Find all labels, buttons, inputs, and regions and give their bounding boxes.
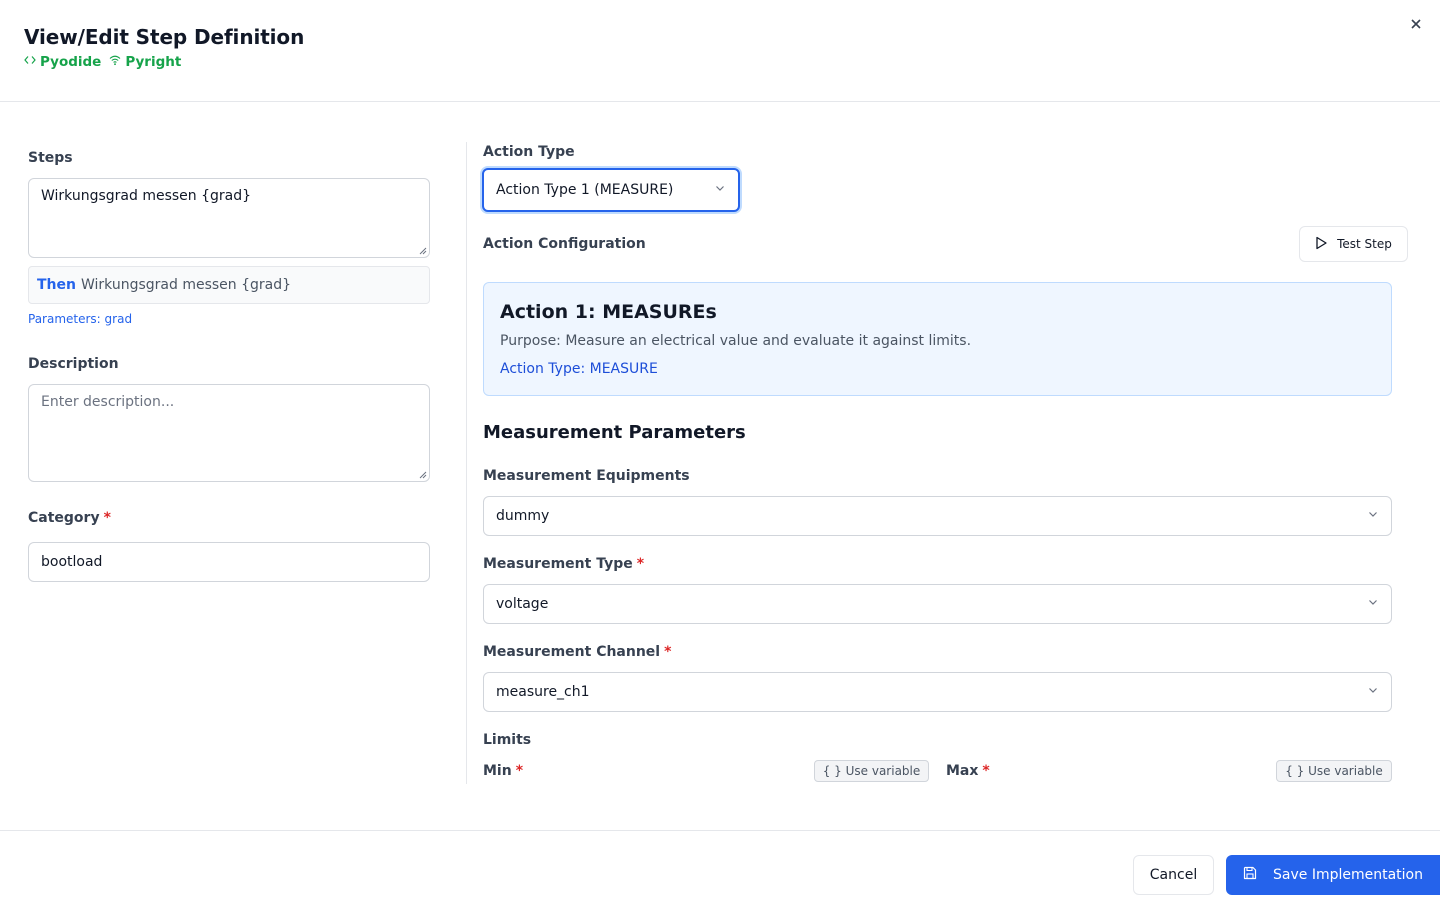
measurement-type-label-text: Measurement Type	[483, 556, 633, 572]
steps-textarea[interactable]: Wirkungsgrad messen {grad}	[28, 178, 430, 258]
save-implementation-button[interactable]: Save Implementation	[1226, 855, 1440, 895]
status-pyright: Pyright	[109, 54, 181, 70]
required-mark: *	[515, 763, 524, 779]
description-textarea[interactable]: Enter description...	[28, 384, 430, 482]
save-icon	[1243, 866, 1273, 884]
measurement-channel-label-text: Measurement Channel	[483, 644, 661, 660]
action-type-label: Action Type	[483, 144, 575, 160]
category-value: bootload	[41, 554, 103, 570]
max-label: Max *	[946, 763, 990, 779]
status-pyodide: Pyodide	[24, 54, 101, 70]
min-label: Min *	[483, 763, 523, 779]
chevron-down-icon	[1367, 596, 1379, 612]
required-mark: *	[664, 644, 672, 660]
max-label-text: Max	[946, 763, 979, 779]
step-preview-text: Wirkungsgrad messen {grad}	[80, 277, 292, 293]
dialog-title: View/Edit Step Definition	[24, 25, 305, 49]
play-icon	[1315, 236, 1337, 253]
min-label-text: Min	[483, 763, 512, 779]
description-label: Description	[28, 356, 119, 372]
chevron-down-icon	[714, 182, 726, 198]
dialog-header: View/Edit Step Definition Pyodide Pyrigh…	[0, 0, 1440, 102]
resize-grip-icon[interactable]	[419, 247, 427, 255]
action-info-purpose: Purpose: Measure an electrical value and…	[500, 333, 972, 349]
action-type-select[interactable]: Action Type 1 (MEASURE)	[482, 168, 740, 212]
action-info-title: Action 1: MEASUREs	[500, 301, 717, 323]
measurement-parameters-title: Measurement Parameters	[483, 422, 746, 443]
code-icon	[24, 54, 40, 70]
status-pyright-label: Pyright	[125, 54, 182, 70]
close-button[interactable]	[1404, 12, 1428, 36]
category-label: Category *	[28, 510, 111, 526]
equipments-label: Measurement Equipments	[483, 468, 690, 484]
min-use-variable-button[interactable]: { } Use variable	[814, 760, 929, 782]
chevron-down-icon	[1367, 508, 1379, 524]
steps-value: Wirkungsgrad messen {grad}	[41, 188, 252, 204]
measurement-type-select[interactable]: voltage	[483, 584, 1392, 624]
measurement-type-label: Measurement Type *	[483, 556, 644, 572]
steps-label: Steps	[28, 150, 73, 166]
test-step-label: Test Step	[1337, 237, 1392, 251]
description-placeholder: Enter description...	[41, 394, 175, 410]
chevron-down-icon	[1367, 684, 1379, 700]
category-label-text: Category	[28, 510, 100, 526]
measurement-type-value: voltage	[496, 596, 549, 612]
action-type-value: Action Type 1 (MEASURE)	[496, 182, 674, 198]
required-mark: *	[103, 510, 111, 526]
parameters-text: Parameters: grad	[28, 312, 133, 326]
step-preview-keyword: Then	[37, 277, 76, 293]
measurement-channel-select[interactable]: measure_ch1	[483, 672, 1392, 712]
limits-label: Limits	[483, 732, 532, 748]
close-icon	[1410, 15, 1422, 34]
action-info-card: Action 1: MEASUREs Purpose: Measure an e…	[483, 282, 1392, 396]
required-mark: *	[982, 763, 990, 779]
action-info-type: Action Type: MEASURE	[500, 361, 658, 377]
required-mark: *	[636, 556, 645, 572]
footer-divider	[0, 830, 1440, 831]
status-pyodide-label: Pyodide	[40, 54, 102, 70]
equipments-value: dummy	[496, 508, 550, 524]
save-implementation-label: Save Implementation	[1273, 867, 1423, 883]
resize-grip-icon[interactable]	[419, 471, 427, 479]
equipments-select[interactable]: dummy	[483, 496, 1392, 536]
step-preview: Then Wirkungsgrad messen {grad}	[28, 266, 430, 304]
cancel-button[interactable]: Cancel	[1133, 855, 1214, 895]
status-row: Pyodide Pyright	[24, 54, 189, 70]
measurement-channel-value: measure_ch1	[496, 684, 590, 700]
max-use-variable-button[interactable]: { } Use variable	[1276, 760, 1392, 782]
wifi-icon	[109, 54, 125, 70]
measurement-channel-label: Measurement Channel *	[483, 644, 671, 660]
action-config-label: Action Configuration	[483, 236, 646, 252]
column-divider	[466, 142, 467, 784]
test-step-button[interactable]: Test Step	[1299, 226, 1408, 262]
category-input[interactable]: bootload	[28, 542, 430, 582]
